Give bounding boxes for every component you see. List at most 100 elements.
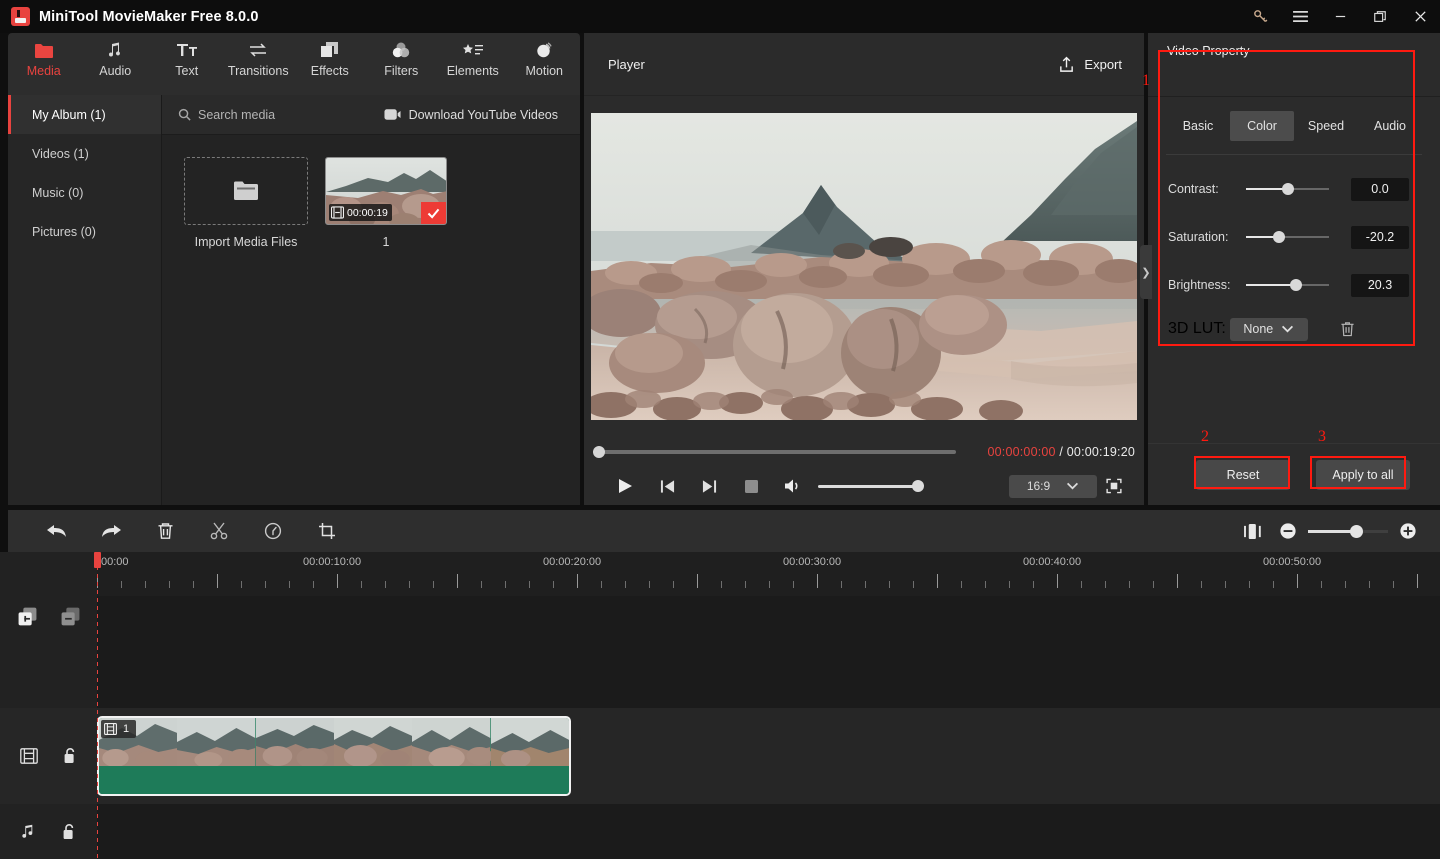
video-track-controls — [0, 708, 97, 804]
player-panel: Player Export 00:00:00:00 / 00:00:19:20 … — [584, 33, 1144, 505]
video-track[interactable]: 1 — [0, 708, 1440, 804]
next-frame-button[interactable] — [688, 469, 730, 503]
timeline-ruler[interactable]: 00:00 00:00:10:00 00:00:20:00 00:00:30:0… — [97, 552, 1440, 596]
saturation-knob[interactable] — [1273, 231, 1286, 243]
contrast-slider[interactable] — [1246, 183, 1329, 195]
audio-track[interactable] — [0, 804, 1440, 859]
previous-frame-button[interactable] — [646, 469, 688, 503]
play-icon — [618, 479, 632, 493]
tab-audio[interactable]: Audio — [1358, 111, 1422, 141]
annotation-number-1: 1 — [1142, 72, 1150, 89]
tab-media-label: Media — [26, 64, 61, 78]
play-button[interactable] — [604, 469, 646, 503]
sidebar-item-my-album[interactable]: My Album (1) — [8, 95, 161, 134]
brightness-value[interactable]: 20.3 — [1351, 273, 1409, 297]
remove-track-icon[interactable] — [61, 607, 80, 626]
timeline-zoom-knob[interactable] — [1350, 524, 1363, 538]
ruler-tick — [1057, 574, 1058, 588]
tab-motion[interactable]: Motion — [509, 39, 581, 78]
contrast-value[interactable]: 0.0 — [1351, 177, 1409, 201]
saturation-row: Saturation: -20.2 — [1148, 213, 1440, 261]
volume-knob[interactable] — [912, 480, 924, 492]
tab-transitions[interactable]: Transitions — [223, 39, 295, 78]
ruler-tick — [313, 581, 314, 588]
tab-media[interactable]: Media — [8, 39, 80, 78]
tab-text[interactable]: Text — [151, 39, 223, 78]
split-button[interactable] — [192, 510, 246, 552]
ruler-tick — [529, 581, 530, 588]
brightness-knob[interactable] — [1289, 279, 1302, 291]
search-input[interactable]: Search media — [178, 108, 275, 122]
aspect-ratio-select[interactable]: 16:9 — [1009, 474, 1097, 498]
ruler-tick — [769, 581, 770, 588]
sidebar-item-music[interactable]: Music (0) — [8, 173, 161, 212]
unlock-icon[interactable] — [62, 747, 78, 765]
stop-button[interactable] — [730, 469, 772, 503]
volume-button[interactable] — [772, 469, 814, 503]
volume-slider[interactable] — [818, 480, 924, 492]
annotation-number-2: 2 — [1201, 428, 1209, 445]
timeline[interactable]: 00:00 00:00:10:00 00:00:20:00 00:00:30:0… — [0, 552, 1440, 859]
apply-to-all-button[interactable]: Apply to all — [1316, 459, 1410, 490]
app-logo-icon — [11, 7, 30, 26]
redo-button[interactable] — [84, 510, 138, 552]
zoom-out-button[interactable] — [1274, 517, 1302, 545]
ruler-tick — [1201, 581, 1202, 588]
minimize-icon[interactable] — [1320, 0, 1360, 33]
music-note-icon[interactable] — [20, 823, 37, 840]
crop-button[interactable] — [300, 510, 354, 552]
video-preview[interactable] — [591, 113, 1137, 421]
import-drop-zone[interactable] — [184, 157, 308, 225]
import-media-cell[interactable]: Import Media Files — [184, 157, 308, 249]
speed-button[interactable] — [246, 510, 300, 552]
timeline-clip[interactable]: 1 — [97, 716, 571, 796]
media-item[interactable]: 00:00:19 1 — [325, 157, 447, 249]
download-youtube-label: Download YouTube Videos — [408, 107, 558, 122]
add-track-icon[interactable] — [18, 607, 37, 626]
fullscreen-button[interactable] — [1097, 471, 1131, 501]
media-thumbnail[interactable]: 00:00:19 — [325, 157, 447, 225]
fit-timeline-button[interactable] — [1238, 517, 1266, 545]
media-selected-check[interactable] — [421, 202, 446, 224]
maximize-icon[interactable] — [1360, 0, 1400, 33]
close-icon[interactable] — [1400, 0, 1440, 33]
overlay-track[interactable] — [0, 596, 1440, 708]
seek-slider[interactable] — [593, 446, 956, 458]
tab-effects[interactable]: Effects — [294, 39, 366, 78]
menu-icon[interactable] — [1280, 0, 1320, 33]
player-title: Player — [608, 56, 645, 72]
collapse-panel-button[interactable]: ❯ — [1140, 245, 1152, 299]
sidebar-item-pictures[interactable]: Pictures (0) — [8, 212, 161, 251]
saturation-slider[interactable] — [1246, 231, 1329, 243]
timeline-zoom-slider[interactable] — [1308, 524, 1388, 538]
media-duration-badge: 00:00:19 — [329, 204, 392, 221]
delete-button[interactable] — [138, 510, 192, 552]
media-item-caption: 1 — [382, 235, 390, 249]
zoom-in-button[interactable] — [1394, 517, 1422, 545]
brightness-slider[interactable] — [1246, 279, 1329, 291]
undo-button[interactable] — [30, 510, 84, 552]
contrast-knob[interactable] — [1281, 183, 1294, 195]
video-property-panel: Video Property Basic Color Speed Audio C… — [1148, 33, 1440, 505]
tab-audio[interactable]: Audio — [80, 39, 152, 78]
tab-color[interactable]: Color — [1230, 111, 1294, 141]
sidebar-item-videos[interactable]: Videos (1) — [8, 134, 161, 173]
tab-elements[interactable]: Elements — [437, 39, 509, 78]
reset-button[interactable]: Reset — [1196, 459, 1290, 490]
tab-filters[interactable]: Filters — [366, 39, 438, 78]
lut-delete-button[interactable] — [1340, 321, 1355, 337]
export-button[interactable]: Export — [1058, 56, 1122, 73]
clip-frame — [333, 718, 413, 766]
download-youtube-button[interactable]: Download YouTube Videos — [384, 108, 558, 122]
seek-knob[interactable] — [593, 446, 605, 458]
youtube-download-icon — [384, 109, 401, 120]
tab-speed[interactable]: Speed — [1294, 111, 1358, 141]
saturation-value[interactable]: -20.2 — [1351, 225, 1409, 249]
unlock-icon[interactable] — [61, 823, 77, 841]
playhead[interactable] — [94, 552, 101, 859]
ruler-tick — [265, 581, 266, 588]
lut-select[interactable]: None — [1229, 317, 1308, 341]
film-icon[interactable] — [19, 748, 38, 764]
tab-basic[interactable]: Basic — [1166, 111, 1230, 141]
key-icon[interactable] — [1240, 0, 1280, 33]
